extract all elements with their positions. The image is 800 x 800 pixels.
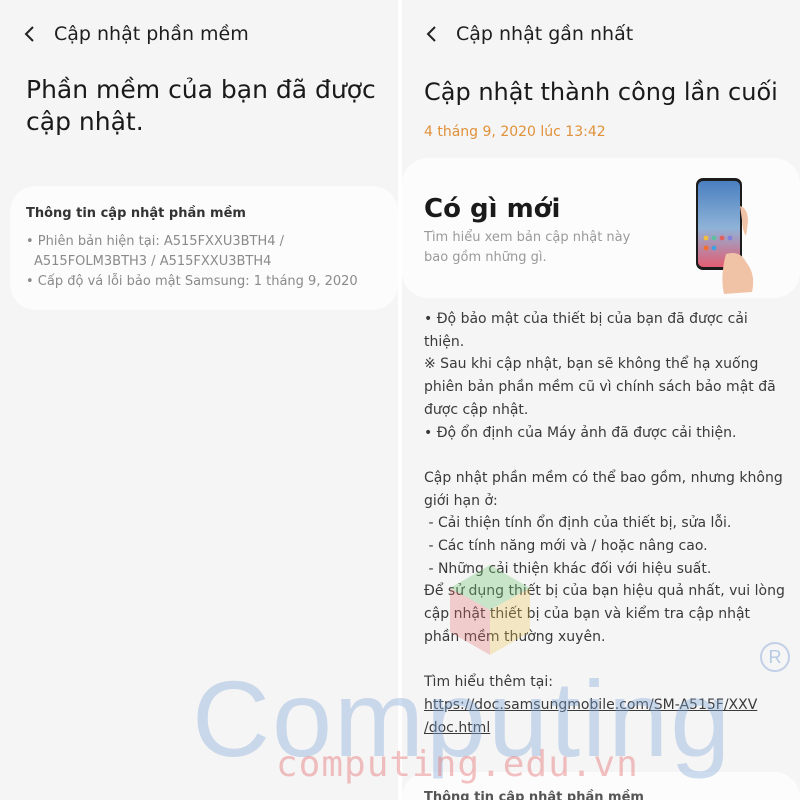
software-info-heading: Thông tin cập nhật phần mềm bbox=[424, 790, 644, 800]
whats-new-card[interactable]: Có gì mới Tìm hiểu xem bản cập nhật này … bbox=[402, 158, 800, 298]
app-bar: Cập nhật phần mềm bbox=[0, 18, 398, 50]
status-message: Phần mềm của bạn đã được cập nhật. bbox=[26, 75, 376, 136]
page-title: Cập nhật thành công lần cuối bbox=[424, 78, 778, 106]
release-notes-text: • Độ bảo mật của thiết bị của bạn đã đượ… bbox=[424, 311, 785, 691]
phone-illustration-icon bbox=[690, 176, 760, 296]
update-info-card[interactable]: Thông tin cập nhật phần mềm • Phiên bản … bbox=[10, 186, 398, 310]
header-title: Cập nhật phần mềm bbox=[54, 23, 249, 45]
header-title: Cập nhật gần nhất bbox=[456, 23, 634, 45]
current-version-continued: A515FOLM3BTH3 / A515FXXU3BTH4 bbox=[34, 254, 272, 269]
link-part-1: https://doc.samsungmobile.com/SM-A515F/X… bbox=[424, 696, 758, 713]
app-bar: Cập nhật gần nhất bbox=[402, 18, 800, 50]
whats-new-heading: Có gì mới bbox=[424, 194, 561, 224]
last-update-screen: Cập nhật gần nhất Cập nhật thành công lầ… bbox=[402, 0, 800, 800]
release-notes-link[interactable]: https://doc.samsungmobile.com/SM-A515F/X… bbox=[424, 697, 757, 736]
back-button[interactable] bbox=[14, 18, 46, 50]
update-date: 4 tháng 9, 2020 lúc 13:42 bbox=[424, 124, 606, 140]
current-version-line: • Phiên bản hiện tại: A515FXXU3BTH4 / bbox=[26, 234, 285, 249]
back-button[interactable] bbox=[416, 18, 448, 50]
software-update-screen: Cập nhật phần mềm Phần mềm của bạn đã đư… bbox=[0, 0, 398, 800]
card-heading: Thông tin cập nhật phần mềm bbox=[26, 206, 246, 221]
back-arrow-icon bbox=[24, 26, 34, 42]
release-notes: • Độ bảo mật của thiết bị của bạn đã đượ… bbox=[424, 308, 786, 739]
link-part-2: /doc.html bbox=[424, 719, 491, 736]
software-info-card[interactable]: Thông tin cập nhật phần mềm bbox=[402, 772, 800, 800]
security-patch-line: • Cấp độ vá lỗi bảo mật Samsung: 1 tháng… bbox=[26, 274, 358, 289]
whats-new-subtitle: Tìm hiểu xem bản cập nhật này bao gồm nh… bbox=[424, 230, 631, 265]
back-arrow-icon bbox=[426, 26, 436, 42]
